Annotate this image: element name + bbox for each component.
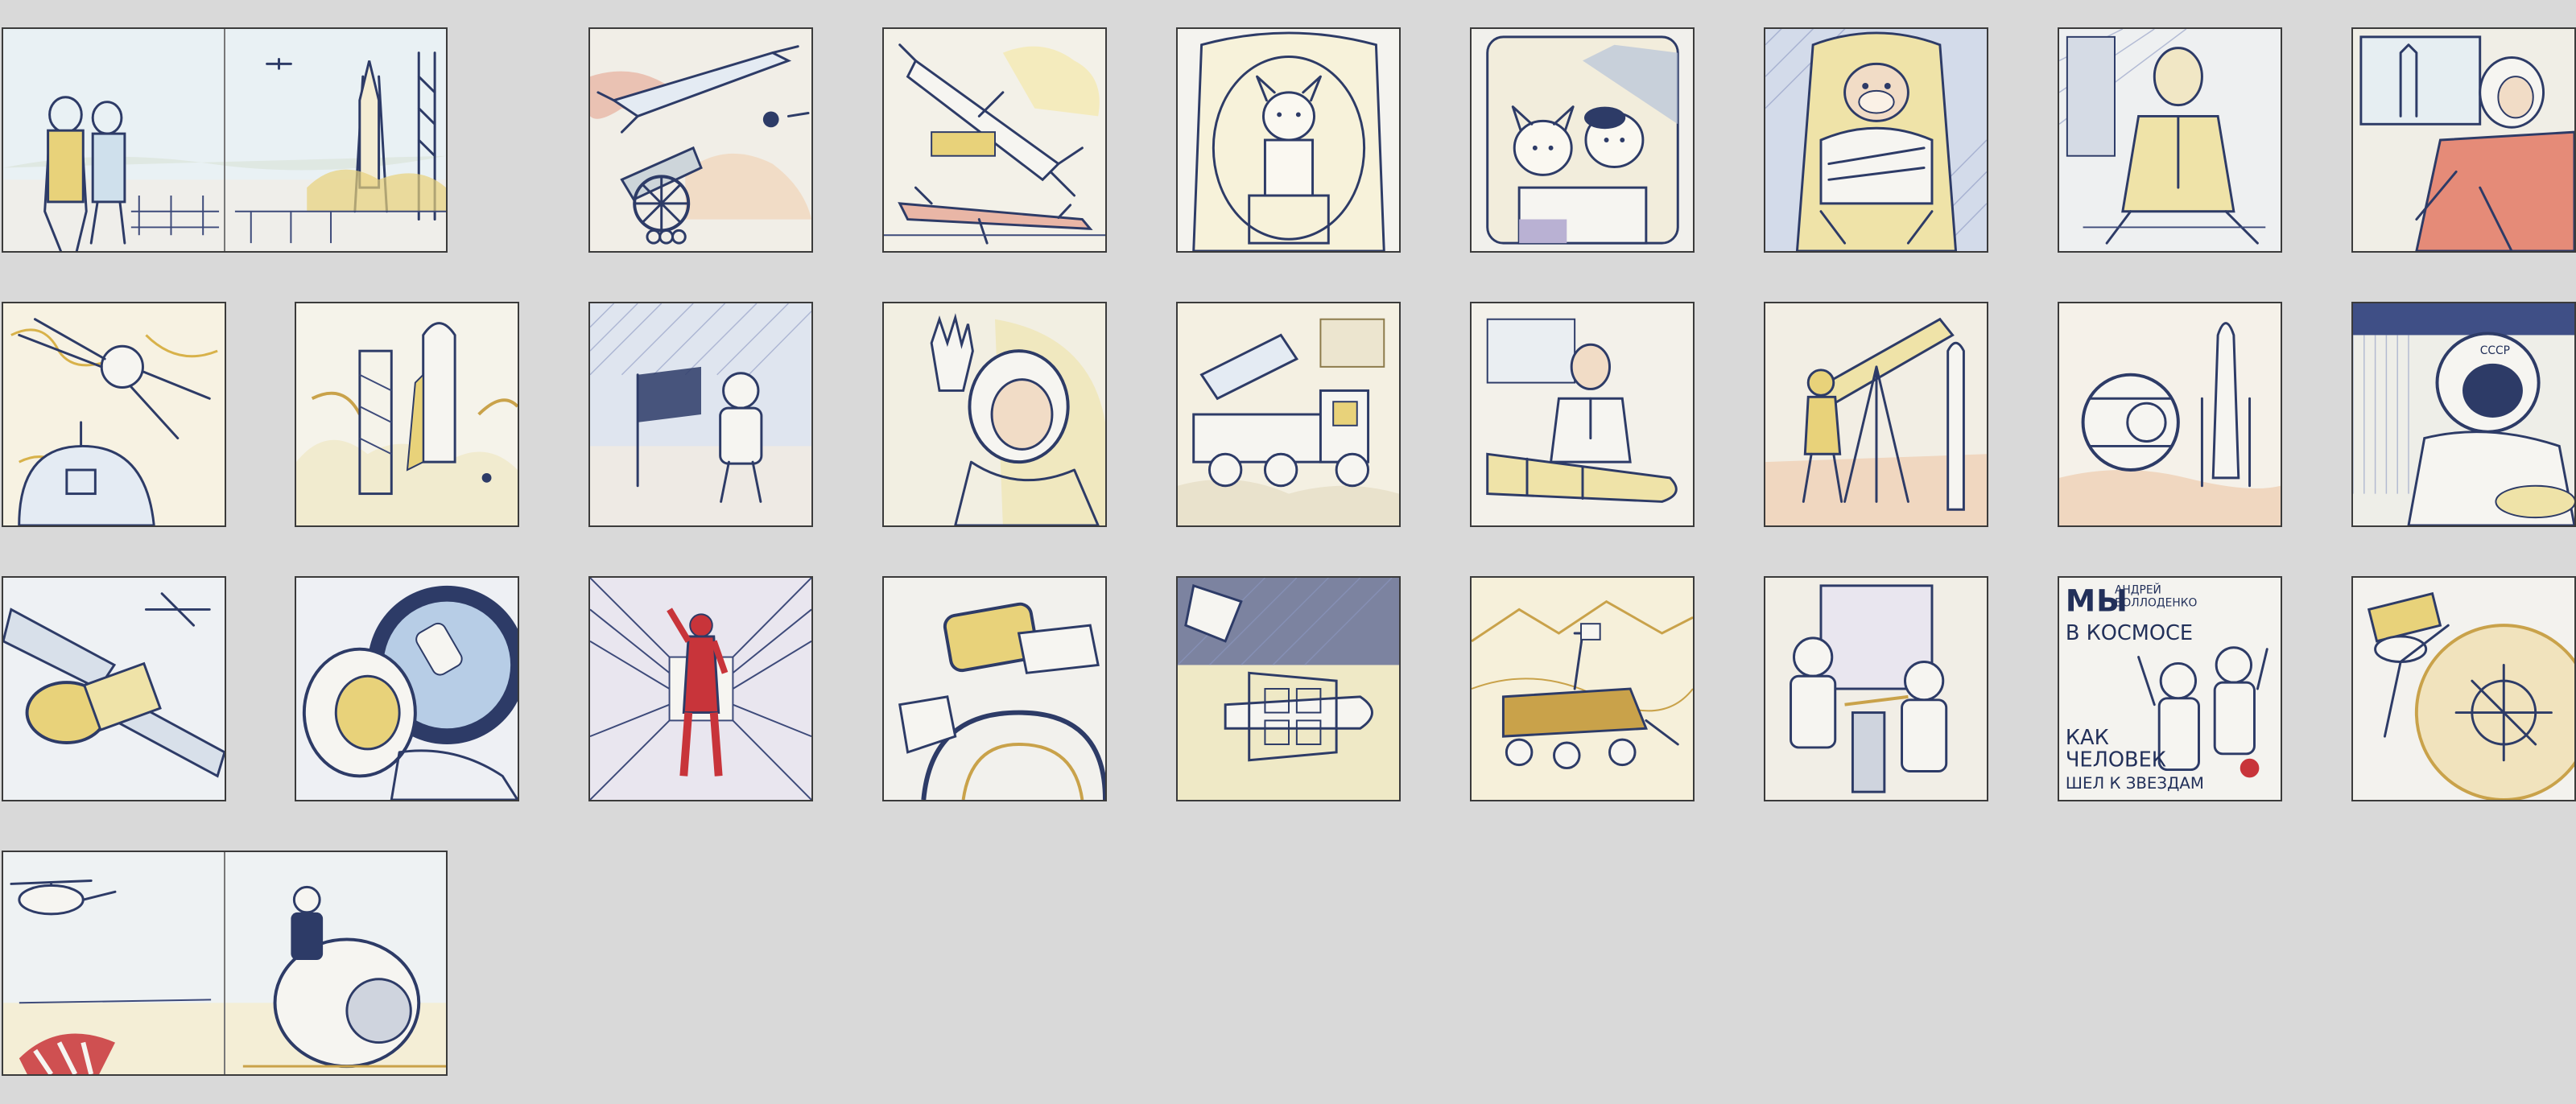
engineer-with-rocket[interactable]	[1470, 302, 1695, 527]
shuttle-and-stack[interactable]	[1176, 576, 1401, 801]
red-star-icon	[2240, 758, 2260, 778]
cosmonaut-red-suit[interactable]	[2351, 27, 2576, 253]
cover-author-line1: АНДРЕЙ	[2115, 583, 2161, 597]
cosmonaut-sitting[interactable]	[2058, 27, 2282, 253]
katyusha-truck[interactable]	[1176, 302, 1401, 527]
astronauts-at-door[interactable]	[1764, 576, 1988, 801]
hand-icon	[930, 313, 974, 392]
cover-subtitle-line3: ШЕЛ К ЗВЕЗДАМ	[2066, 774, 2204, 793]
cosmonaut-at-porthole[interactable]	[295, 576, 519, 801]
vostok-capsule-and-rocket[interactable]	[2058, 302, 2282, 527]
hands-on-controls[interactable]	[882, 576, 1107, 801]
cover-subtitle-line1: КАК	[2066, 726, 2109, 750]
book-cover[interactable]: МЫ АНДРЕЙ ВОЛЛОДЕНКО В КОСМОСЕ КАК ЧЕЛОВ…	[2058, 576, 2282, 801]
v2-rocket-and-plane[interactable]	[882, 27, 1107, 253]
helmet-icon: СССР	[2435, 332, 2541, 434]
cover-title-line2: В КОСМОСЕ	[2066, 621, 2193, 645]
cover-subtitle-line2: ЧЕЛОВЕК	[2066, 748, 2166, 772]
shuttle-on-pad[interactable]	[295, 302, 519, 527]
spread-cosmonauts-launchpad[interactable]	[2, 27, 448, 253]
dog-in-capsule[interactable]	[1176, 27, 1401, 253]
voyager-golden-record[interactable]	[2351, 576, 2576, 801]
rocket-icon	[1946, 341, 1965, 511]
cosmonaut-helmet-sssr[interactable]: СССР	[2351, 302, 2576, 527]
sputnik-and-capsule[interactable]	[2, 302, 226, 527]
helmet-label: СССР	[2480, 344, 2510, 357]
rocket-and-cannon[interactable]	[588, 27, 813, 253]
two-dogs-in-capsule[interactable]	[1470, 27, 1695, 253]
space-station-panels[interactable]	[2, 576, 226, 801]
monkey-in-seat[interactable]	[1764, 27, 1988, 253]
golden-record-icon	[2414, 624, 2574, 800]
moonwalk-flag[interactable]	[588, 302, 813, 527]
astronaut-in-corridor[interactable]	[588, 576, 813, 801]
waving-cosmonaut[interactable]	[882, 302, 1107, 527]
mars-rover[interactable]	[1470, 576, 1695, 801]
cover-author-line2: ВОЛЛОДЕНКО	[2115, 596, 2197, 609]
soldier-with-telescope[interactable]	[1764, 302, 1988, 527]
capsule-icon	[2081, 373, 2180, 472]
spread-capsule-landing[interactable]	[2, 851, 448, 1076]
